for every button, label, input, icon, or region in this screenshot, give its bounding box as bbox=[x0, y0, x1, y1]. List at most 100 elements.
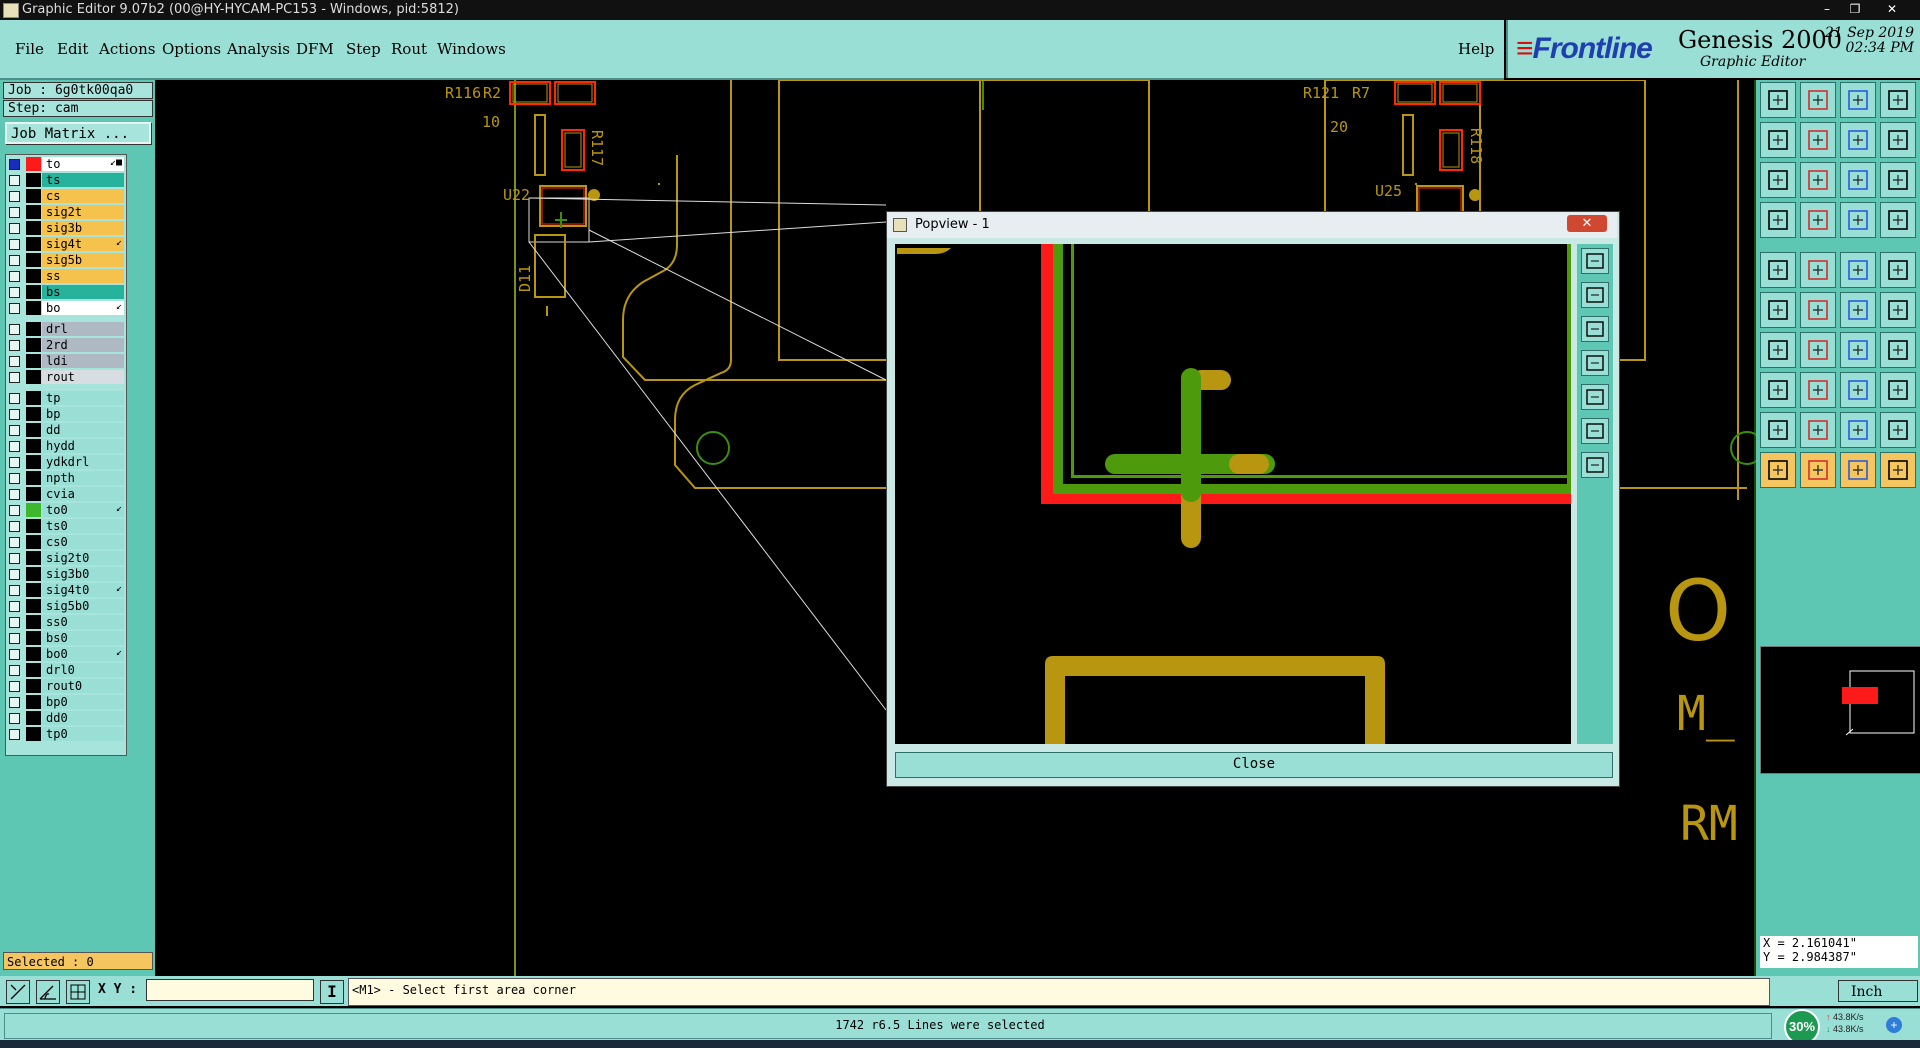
layer-checkbox[interactable] bbox=[9, 489, 20, 500]
layer-row-cs0[interactable]: cs0 bbox=[6, 535, 126, 550]
rotate-icon[interactable] bbox=[1840, 332, 1876, 368]
layer-name[interactable]: bo0 bbox=[42, 647, 124, 661]
angle-icon[interactable] bbox=[36, 980, 60, 1004]
layer-checkbox[interactable] bbox=[9, 372, 20, 383]
layer-row-tp0[interactable]: tp0 bbox=[6, 727, 126, 742]
layer-checkbox[interactable] bbox=[9, 537, 20, 548]
pad-icon[interactable] bbox=[1760, 252, 1796, 288]
layer-row-bs0[interactable]: bs0 bbox=[6, 631, 126, 646]
layer-color-swatch[interactable] bbox=[26, 370, 41, 384]
layer-name[interactable]: bs0 bbox=[42, 631, 124, 645]
layer-name[interactable]: ss0 bbox=[42, 615, 124, 629]
pv-zoom-fit-icon[interactable] bbox=[1581, 248, 1609, 274]
cursor-icon[interactable]: I bbox=[320, 980, 344, 1004]
minimize-button[interactable]: – bbox=[1816, 0, 1838, 18]
menu-windows[interactable]: Windows bbox=[437, 40, 506, 58]
split-view-icon[interactable] bbox=[1880, 82, 1916, 118]
pv-pan-down-icon[interactable] bbox=[1581, 316, 1609, 342]
layer-checkbox[interactable] bbox=[9, 585, 20, 596]
plus-icon[interactable]: + bbox=[1886, 1017, 1902, 1033]
layer-name[interactable]: sig2t0 bbox=[42, 551, 124, 565]
wave-icon[interactable] bbox=[1880, 122, 1916, 158]
layer-color-swatch[interactable] bbox=[26, 551, 41, 565]
layer-checkbox[interactable] bbox=[9, 340, 20, 351]
layer-name[interactable]: cvia bbox=[42, 487, 124, 501]
layer-color-swatch[interactable] bbox=[26, 221, 41, 235]
layer-row-rout[interactable]: rout bbox=[6, 370, 126, 385]
layer-row-sig2t0[interactable]: sig2t0 bbox=[6, 551, 126, 566]
layer-name[interactable]: rout bbox=[42, 370, 124, 384]
layer-color-swatch[interactable] bbox=[26, 455, 41, 469]
arc-icon[interactable] bbox=[1880, 292, 1916, 328]
move-icon[interactable] bbox=[1880, 452, 1916, 488]
layer-row-bs[interactable]: bs bbox=[6, 285, 126, 300]
layer-row-bp[interactable]: bp bbox=[6, 407, 126, 422]
layer-checkbox[interactable] bbox=[9, 601, 20, 612]
select-alt-icon[interactable] bbox=[1800, 452, 1836, 488]
ratio-icon[interactable] bbox=[1840, 162, 1876, 198]
layer-row-tp[interactable]: tp bbox=[6, 391, 126, 406]
menu-analysis[interactable]: Analysis bbox=[227, 40, 290, 58]
layer-name[interactable]: tp0 bbox=[42, 727, 124, 741]
layer-row-npth[interactable]: npth bbox=[6, 471, 126, 486]
layer-checkbox[interactable] bbox=[9, 207, 20, 218]
connect-icon[interactable] bbox=[1760, 292, 1796, 328]
close-window-button[interactable]: ✕ bbox=[1872, 0, 1912, 18]
split-icon[interactable] bbox=[1880, 332, 1916, 368]
layer-color-swatch[interactable] bbox=[26, 519, 41, 533]
layer-row-bp0[interactable]: bp0 bbox=[6, 695, 126, 710]
menu-actions[interactable]: Actions bbox=[99, 40, 155, 58]
zoom-in-icon[interactable] bbox=[1800, 82, 1836, 118]
menu-edit[interactable]: Edit bbox=[57, 40, 88, 58]
layer-color-swatch[interactable] bbox=[26, 189, 41, 203]
layer-checkbox[interactable] bbox=[9, 473, 20, 484]
pad-add-icon[interactable] bbox=[1760, 372, 1796, 408]
popview-canvas[interactable] bbox=[895, 244, 1571, 744]
cone-icon[interactable] bbox=[1800, 412, 1836, 448]
snap-icon[interactable] bbox=[6, 980, 30, 1004]
layer-row-bo0[interactable]: bo0 ↙ bbox=[6, 647, 126, 662]
drill-icon[interactable] bbox=[1840, 202, 1876, 238]
layer-checkbox[interactable] bbox=[9, 457, 20, 468]
layer-row-sig2t[interactable]: sig2t bbox=[6, 205, 126, 220]
layer-name[interactable]: dd bbox=[42, 423, 124, 437]
layer-color-swatch[interactable] bbox=[26, 205, 41, 219]
layer-name[interactable]: 2rd bbox=[42, 338, 124, 352]
menu-help[interactable]: Help bbox=[1458, 40, 1494, 58]
layer-checkbox[interactable] bbox=[9, 223, 20, 234]
layer-row-rout0[interactable]: rout0 bbox=[6, 679, 126, 694]
layer-color-swatch[interactable] bbox=[26, 535, 41, 549]
layer-color-swatch[interactable] bbox=[26, 423, 41, 437]
layer-checkbox[interactable] bbox=[9, 665, 20, 676]
zoom-area-icon[interactable] bbox=[1800, 162, 1836, 198]
pan-right-icon[interactable] bbox=[1800, 122, 1836, 158]
overview-map[interactable] bbox=[1760, 646, 1920, 774]
layer-name[interactable]: ss bbox=[42, 269, 124, 283]
slash-icon[interactable] bbox=[1800, 332, 1836, 368]
layer-name[interactable]: ydkdrl bbox=[42, 455, 124, 469]
layer-checkbox[interactable] bbox=[9, 393, 20, 404]
layer-checkbox[interactable] bbox=[9, 239, 20, 250]
pointer-icon[interactable] bbox=[1840, 452, 1876, 488]
layer-checkbox[interactable] bbox=[9, 617, 20, 628]
layer-color-swatch[interactable] bbox=[26, 663, 41, 677]
layer-color-swatch[interactable] bbox=[26, 285, 41, 299]
layer-name[interactable]: sig4t0 bbox=[42, 583, 124, 597]
layer-name[interactable]: bs bbox=[42, 285, 124, 299]
layer-color-swatch[interactable] bbox=[26, 173, 41, 187]
layer-checkbox[interactable] bbox=[9, 681, 20, 692]
layer-color-swatch[interactable] bbox=[26, 157, 41, 171]
crosshair-icon[interactable] bbox=[1800, 252, 1836, 288]
draw-line-icon[interactable] bbox=[1760, 332, 1796, 368]
layer-row-bo[interactable]: bo ↙ bbox=[6, 301, 126, 316]
xy-input[interactable] bbox=[146, 979, 314, 1001]
layer-name[interactable]: npth bbox=[42, 471, 124, 485]
layer-row-sig3b0[interactable]: sig3b0 bbox=[6, 567, 126, 582]
layer-color-swatch[interactable] bbox=[26, 253, 41, 267]
layer-color-swatch[interactable] bbox=[26, 599, 41, 613]
restore-button[interactable]: ❐ bbox=[1844, 0, 1866, 18]
measure-layers-icon[interactable] bbox=[1880, 202, 1916, 238]
pv-zoom-in-icon[interactable] bbox=[1581, 418, 1609, 444]
layer-color-swatch[interactable] bbox=[26, 301, 41, 315]
layer-row-hydd[interactable]: hydd bbox=[6, 439, 126, 454]
